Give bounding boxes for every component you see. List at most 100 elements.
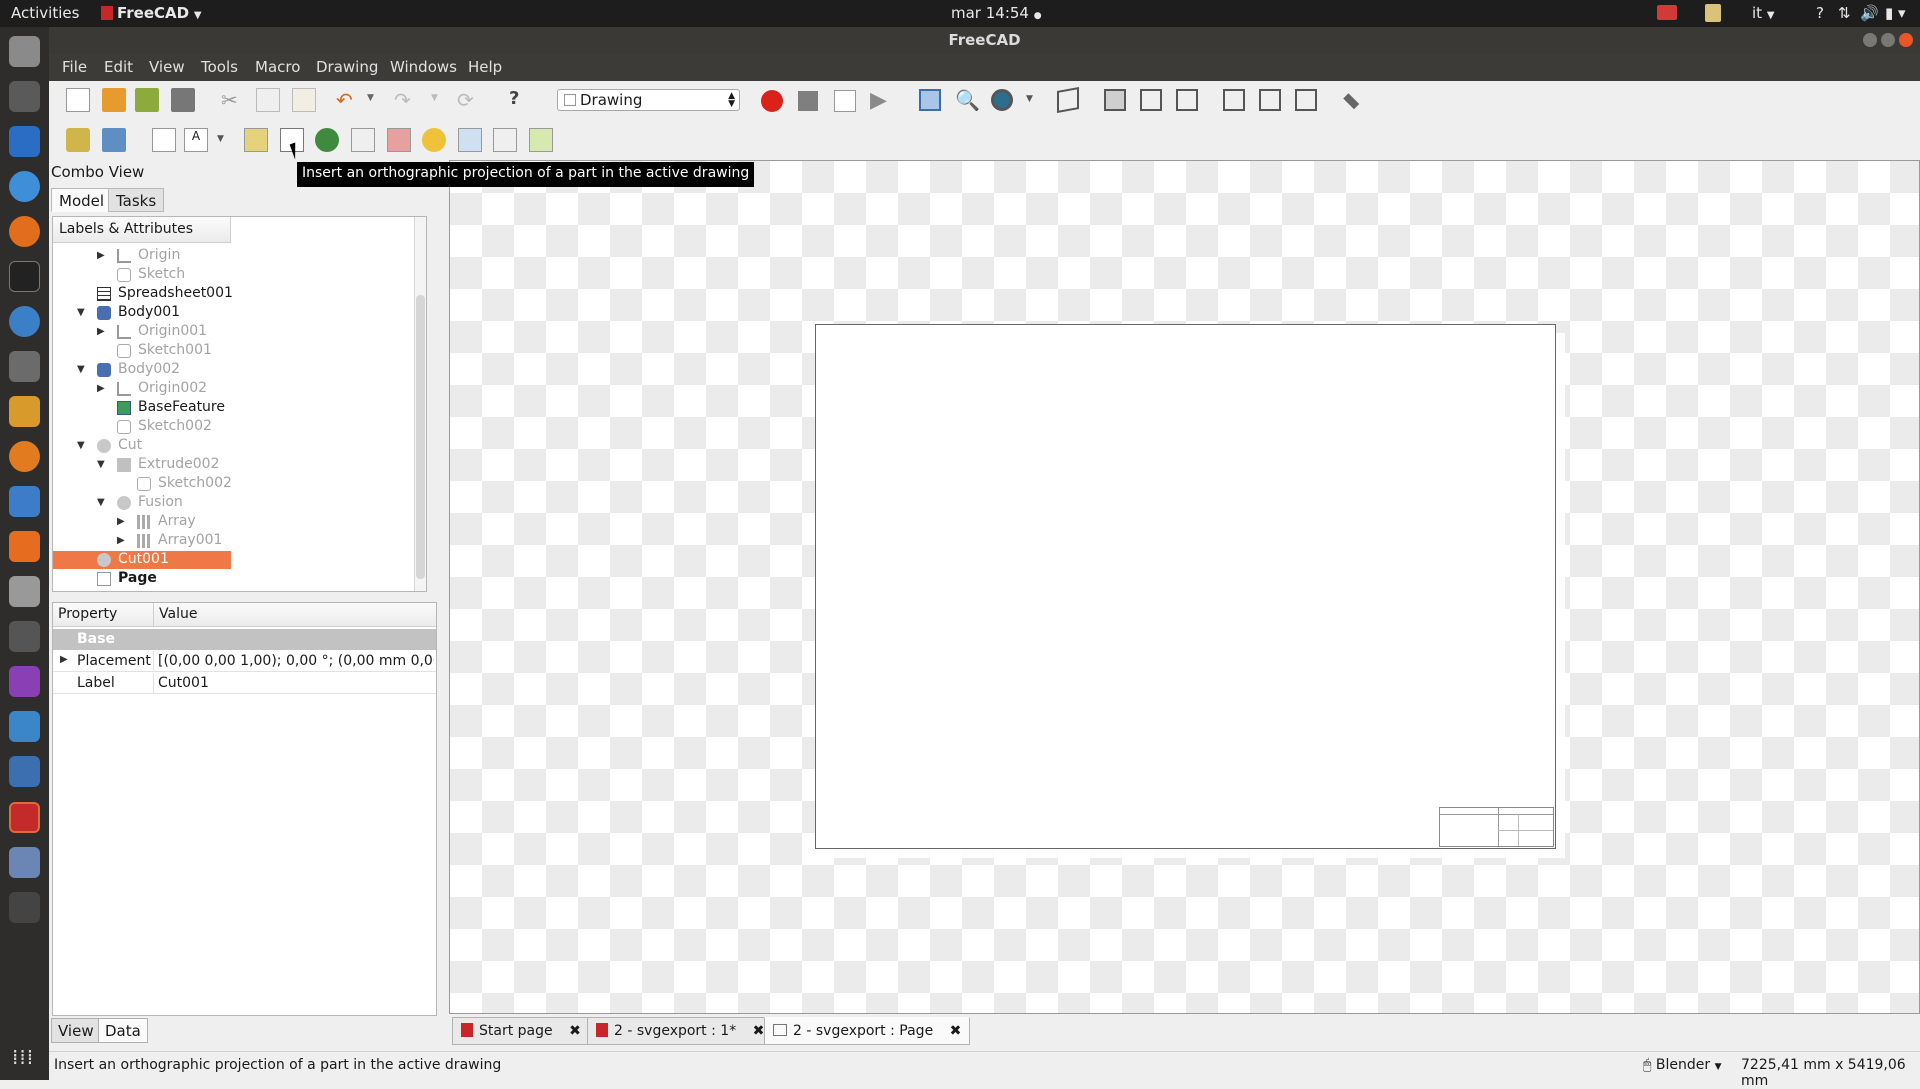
terminal-icon[interactable] [9, 261, 40, 292]
spreadsheet-view-icon[interactable] [493, 128, 517, 152]
collapse-arrow-icon[interactable]: ▼ [97, 497, 105, 508]
open-icon[interactable] [102, 88, 126, 112]
firefox-icon[interactable] [9, 216, 40, 247]
virtualbox-icon[interactable] [9, 756, 40, 787]
bottom-view-icon[interactable] [1259, 89, 1281, 111]
menu-view[interactable]: View [149, 58, 185, 76]
zoom-icon[interactable]: 🔍 [955, 88, 980, 112]
part-icon[interactable] [66, 128, 90, 152]
isometric-view-icon[interactable] [1057, 87, 1079, 113]
macro-record-button[interactable] [761, 90, 783, 112]
tab-data[interactable]: Data [98, 1018, 148, 1043]
freecad-dock-icon[interactable] [9, 802, 40, 833]
files-icon[interactable] [9, 36, 40, 67]
expand-arrow-icon[interactable]: ▶ [97, 250, 105, 261]
collapse-arrow-icon[interactable]: ▼ [77, 307, 85, 318]
tab-tasks[interactable]: Tasks [108, 188, 165, 212]
tree-node[interactable]: ▶ Origin001 [53, 323, 231, 341]
video-editor-icon[interactable] [9, 666, 40, 697]
text-editor-icon[interactable] [9, 847, 40, 878]
right-view-icon[interactable] [1176, 89, 1198, 111]
copy-icon[interactable] [256, 88, 280, 112]
chromium-icon[interactable] [9, 171, 40, 202]
fritzing-icon[interactable] [9, 396, 40, 427]
doc-tab-page[interactable]: 2 - svgexport : Page ✖ [764, 1017, 971, 1045]
collapse-arrow-icon[interactable]: ▼ [97, 459, 105, 470]
tree-node[interactable]: BaseFeature [53, 399, 231, 417]
clapper-icon[interactable] [9, 892, 40, 923]
menu-edit[interactable]: Edit [104, 58, 133, 76]
tree-node[interactable]: ▶ Array [53, 513, 231, 531]
impress-icon[interactable] [9, 486, 40, 517]
tree-node[interactable]: ▶ Origin [53, 247, 231, 265]
cut-icon[interactable]: ✂ [221, 88, 245, 112]
camera-icon[interactable] [9, 621, 40, 652]
property-row-label[interactable]: Label Cut001 [53, 673, 436, 694]
top-view-icon[interactable] [1140, 89, 1162, 111]
clip-icon[interactable] [387, 128, 411, 152]
tree-scrollbar-thumb[interactable] [416, 295, 425, 579]
menu-windows[interactable]: Windows [390, 58, 457, 76]
menu-file[interactable]: File [62, 58, 87, 76]
tree-node[interactable]: Spreadsheet001 [53, 285, 233, 303]
menu-drawing[interactable]: Drawing [316, 58, 378, 76]
software-center-icon[interactable] [9, 531, 40, 562]
symbol-icon[interactable] [422, 128, 446, 152]
window-title-bar[interactable]: FreeCAD [49, 27, 1920, 54]
export-page-icon[interactable] [529, 128, 553, 152]
tree-node[interactable]: Sketch002 [53, 418, 231, 436]
tree-node[interactable]: ▼ Cut [53, 437, 231, 455]
tree-node[interactable]: ▼ Extrude002 [53, 456, 231, 474]
network-icon[interactable]: ⇅ [1838, 4, 1851, 22]
refresh-icon[interactable]: ⟳ [457, 88, 481, 112]
undo-icon[interactable]: ↶ [336, 88, 360, 112]
gimp-icon[interactable] [9, 351, 40, 382]
whats-this-icon[interactable]: ? [509, 88, 533, 112]
show-applications-icon[interactable]: ⁞⁞⁞ [12, 1045, 34, 1069]
new-page-icon[interactable] [152, 128, 176, 152]
new-document-icon[interactable] [66, 88, 90, 112]
open-browser-view-icon[interactable] [315, 128, 339, 152]
doc-tab-start-page[interactable]: Start page ✖ [452, 1017, 590, 1045]
expand-arrow-icon[interactable]: ▶ [117, 535, 125, 546]
redo-dropdown-icon[interactable]: ▼ [431, 93, 455, 117]
input-language-menu[interactable]: it ▼ [1752, 4, 1775, 22]
writer-icon[interactable] [9, 126, 40, 157]
maximize-button[interactable] [1881, 33, 1895, 47]
left-view-icon[interactable] [1295, 89, 1317, 111]
screen-record-icon[interactable] [1657, 5, 1677, 20]
draw-style-icon[interactable] [991, 89, 1013, 111]
tools-icon[interactable] [9, 576, 40, 607]
blender-icon[interactable] [9, 441, 40, 472]
clipboard-icon[interactable] [1705, 4, 1721, 22]
expand-arrow-icon[interactable]: ▶ [117, 516, 125, 527]
close-icon[interactable]: ✖ [753, 1023, 765, 1039]
expand-arrow-icon[interactable]: ▶ [97, 383, 105, 394]
macro-execute-icon[interactable]: ▶ [870, 88, 887, 113]
arduino-icon[interactable] [9, 711, 40, 742]
close-button[interactable] [1899, 33, 1913, 47]
collapse-arrow-icon[interactable]: ▼ [77, 364, 85, 375]
kompozer-icon[interactable] [9, 306, 40, 337]
drawing-sheet[interactable] [815, 324, 1556, 849]
tree-node[interactable]: ▶ Origin002 [53, 380, 231, 398]
new-page-a3-icon[interactable]: A [184, 128, 208, 152]
tree-node[interactable]: ▶ Array001 [53, 532, 231, 550]
navigation-style-selector[interactable]: 🖱 Blender ▼ [1643, 1057, 1721, 1073]
undo-dropdown-icon[interactable]: ▼ [367, 93, 391, 117]
tree-node[interactable]: ▼ Fusion [53, 494, 231, 512]
activities-button[interactable]: Activities [11, 4, 79, 22]
collapse-arrow-icon[interactable]: ▼ [77, 440, 85, 451]
tree-node[interactable]: ▼ Body002 [53, 361, 231, 379]
macro-stop-button[interactable] [798, 91, 818, 111]
battery-icon[interactable]: ▮ ▾ [1885, 4, 1906, 22]
tree-node[interactable]: Cut001 [53, 551, 231, 569]
menu-macro[interactable]: Macro [255, 58, 300, 76]
paste-icon[interactable] [292, 88, 316, 112]
workbench-select[interactable]: Drawing ▲ ▼ [557, 89, 740, 111]
close-icon[interactable]: ✖ [569, 1023, 581, 1039]
tree-node[interactable]: Page [53, 570, 231, 588]
draw-style-dropdown-icon[interactable]: ▼ [1026, 94, 1033, 104]
help-icon[interactable]: ? [1816, 4, 1824, 22]
menu-tools[interactable]: Tools [201, 58, 238, 76]
